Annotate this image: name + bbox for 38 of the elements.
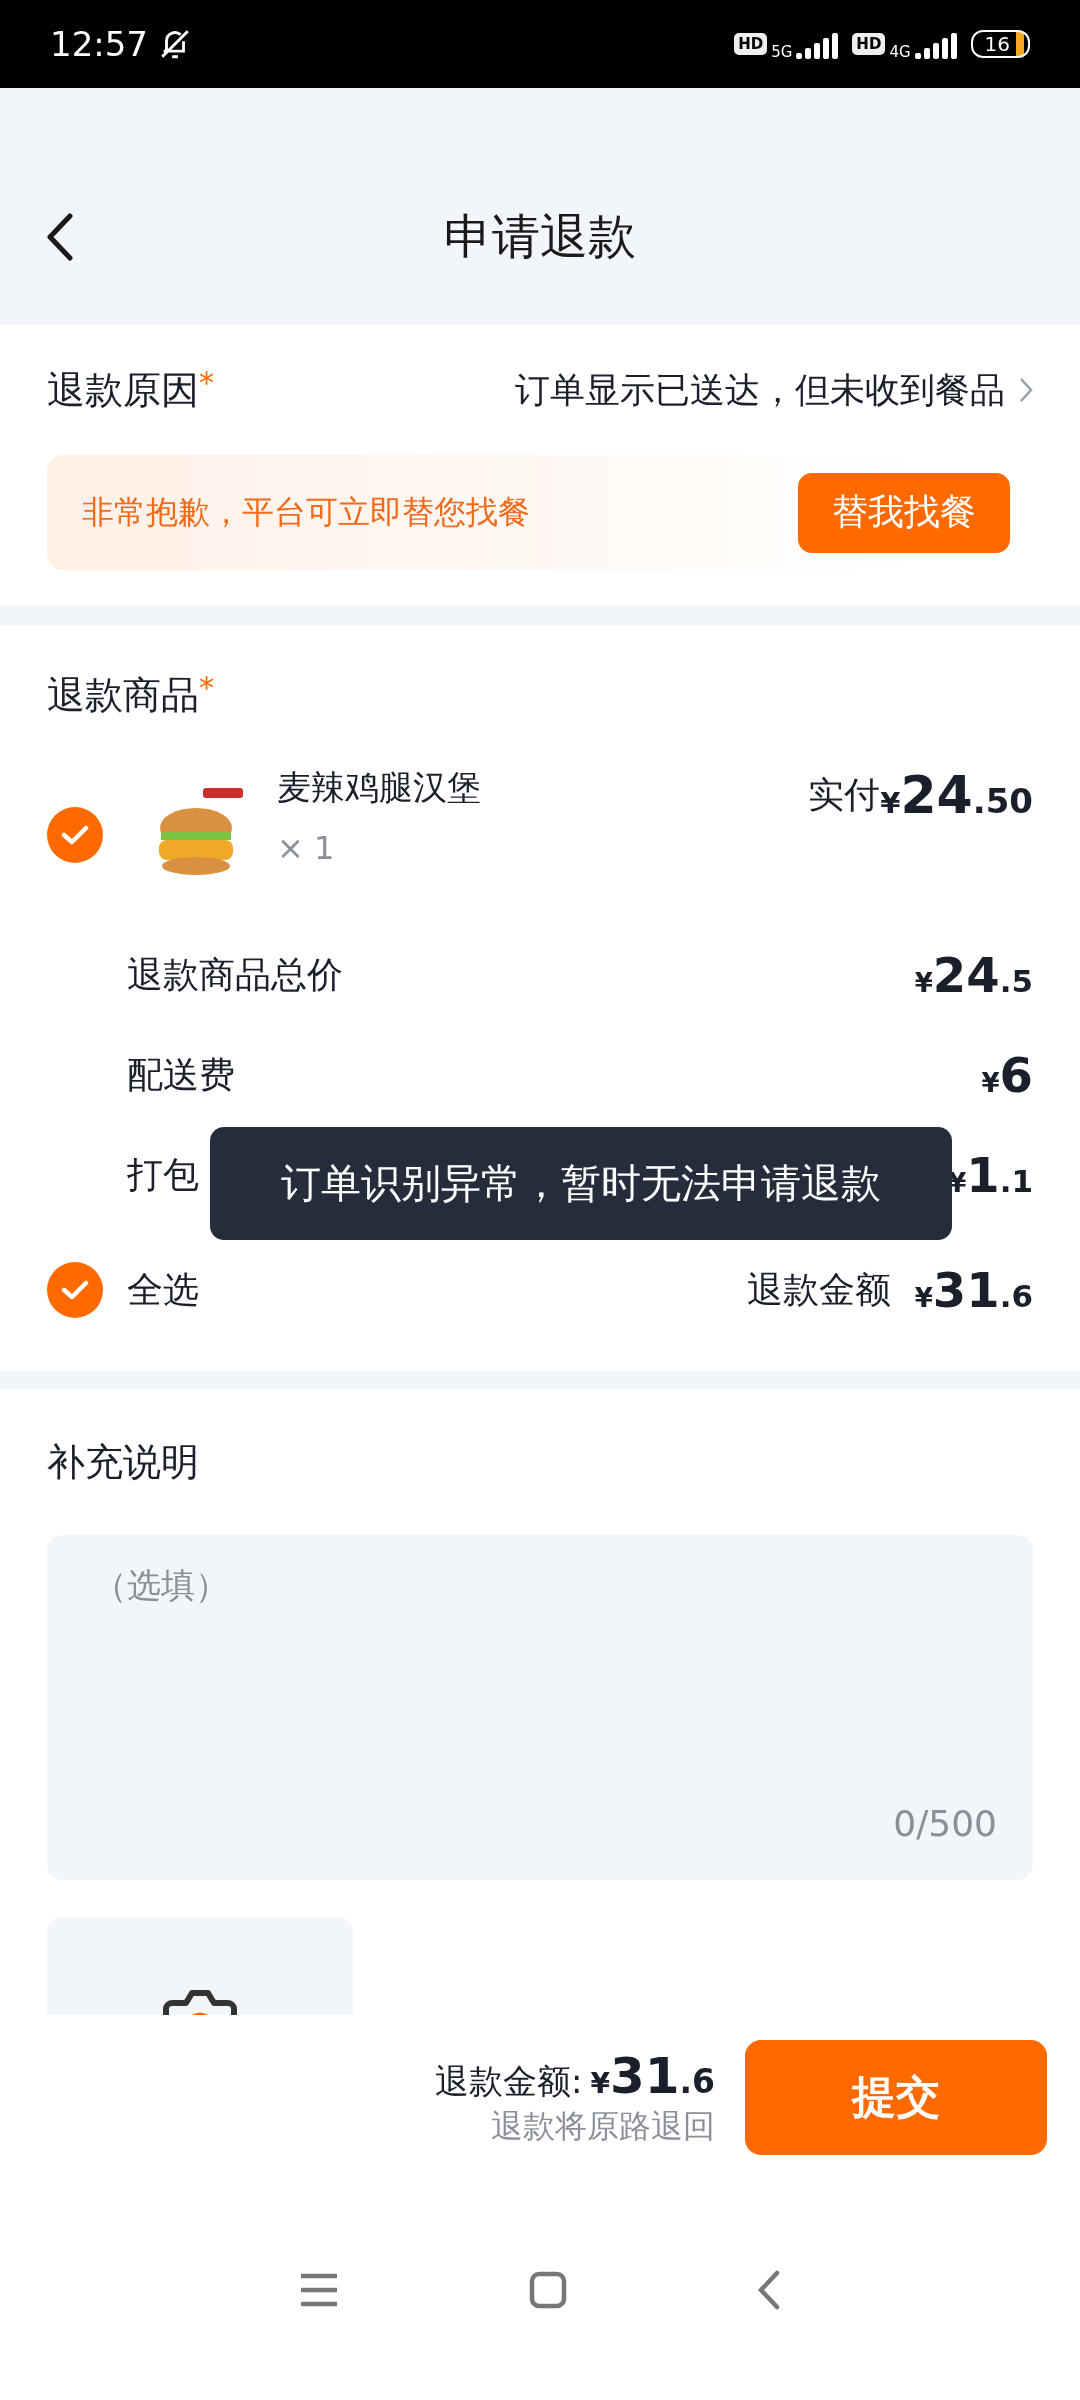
footer-total-label: 退款金额: (434, 2059, 583, 2103)
fee-label: 配送费 (127, 1052, 235, 1097)
network-type: 5G (771, 43, 793, 61)
fee-label: 退款商品总价 (127, 952, 343, 997)
battery-indicator: 16 (970, 30, 1030, 58)
fee-label: 打包 (127, 1152, 199, 1197)
total-amount: ¥31.6 (914, 1262, 1033, 1318)
reason-selector[interactable]: 订单显示已送达，但未收到餐品 (515, 366, 1033, 414)
character-counter: 0/500 (893, 1803, 997, 1844)
footer-total-amount: ¥31.6 (590, 2046, 715, 2105)
network-type: 4G (889, 43, 911, 61)
fee-amount: ¥6 (981, 1047, 1033, 1103)
back-icon[interactable] (757, 2270, 781, 2310)
hd-badge: HD (852, 33, 886, 55)
section-label: 退款商品* (47, 669, 214, 719)
banner-message: 非常抱歉，平台可立即替您找餐 (82, 491, 530, 533)
hd-badge: HD (734, 33, 768, 55)
select-all-label[interactable]: 全选 (127, 1265, 723, 1315)
product-name: 麦辣鸡腿汉堡 (277, 766, 482, 809)
section-label: 补充说明 (47, 1439, 199, 1486)
refund-hint: 退款将原路退回 (491, 2105, 715, 2147)
paid-label: 实付 (808, 772, 881, 817)
menu-icon[interactable] (299, 2272, 339, 2308)
check-icon (61, 824, 89, 846)
checkbox[interactable] (47, 1262, 103, 1318)
home-icon[interactable] (529, 2271, 567, 2309)
bell-off-icon (158, 27, 192, 61)
fee-amount: ¥24.5 (914, 947, 1033, 1003)
toast-message: 订单识别异常，暂时无法申请退款 (210, 1127, 952, 1240)
status-time: 12:57 (50, 24, 148, 64)
product-quantity: × 1 (277, 829, 336, 867)
paid-amount: ¥24.50 (880, 765, 1033, 825)
page-title: 申请退款 (444, 206, 636, 266)
total-label: 退款金额 (746, 1267, 891, 1312)
checkbox[interactable] (47, 807, 103, 863)
chevron-right-icon (1019, 377, 1033, 403)
section-label: 退款原因* (47, 364, 214, 414)
check-icon (61, 1279, 89, 1301)
